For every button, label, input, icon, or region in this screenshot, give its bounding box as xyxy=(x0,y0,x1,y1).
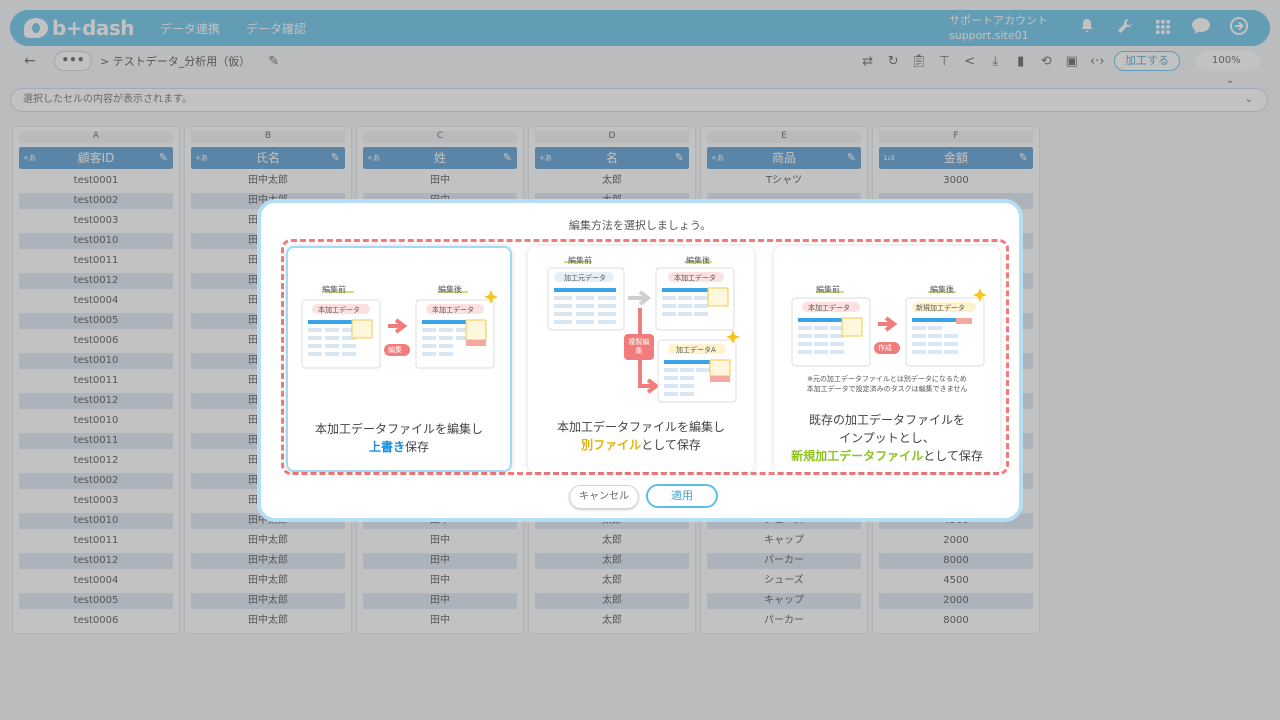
edit-method-dialog: 編集方法を選択しましょう。 編集前 編集後 本加工データ 本加工データ 編集 本… xyxy=(257,199,1023,522)
note-line2: 本加工データで設定済みのタスクは編集できません xyxy=(806,385,968,393)
option-text: 既存の加工データファイルを インプットとし、 新規加工データファイルとして保存 xyxy=(774,411,1000,465)
after-label: 編集後 xyxy=(930,285,954,294)
option-note: ※元の加工データファイルとは別データになるため 本加工データで設定済みのタスクは… xyxy=(774,374,1000,394)
highlight-overwrite: 上書き xyxy=(368,440,405,454)
file-after-label: 本加工データ xyxy=(432,306,474,314)
highlight-new-file: 新規加工データファイル xyxy=(791,449,924,463)
option-line1: 本加工データファイルを編集し xyxy=(556,420,725,434)
option-line2-rest: 保存 xyxy=(405,440,430,454)
file-copy-label: 加工データA xyxy=(676,346,716,354)
cancel-button[interactable]: キャンセル xyxy=(569,485,639,509)
before-label: 編集前 xyxy=(816,285,840,294)
action-label: 編集 xyxy=(388,346,402,354)
option-new-file-card[interactable]: 編集前 編集後 本加工データ 新規加工データ 作成 ※元の加工データファイルとは… xyxy=(774,246,1000,472)
option-line2: 別ファイルとして保存 xyxy=(528,436,754,454)
after-label: 編集後 xyxy=(438,285,462,294)
option-line3-rest: として保存 xyxy=(923,449,983,463)
separate-file-illustration xyxy=(547,261,740,403)
action-label: 作成 xyxy=(878,344,892,352)
file-before-label: 本加工データ xyxy=(808,304,850,312)
highlight-separate-file: 別ファイル xyxy=(581,438,642,452)
option-line1: 既存の加工データファイルを xyxy=(808,413,965,427)
option-line1: 本加工データファイルを編集し xyxy=(314,422,483,436)
option-line2: 上書き保存 xyxy=(288,438,510,456)
file-source-label: 加工元データ xyxy=(564,274,606,282)
after-label: 編集後 xyxy=(686,256,710,265)
option-text: 本加工データファイルを編集し 別ファイルとして保存 xyxy=(528,418,754,454)
before-label: 編集前 xyxy=(568,256,592,265)
option-line3: 新規加工データファイルとして保存 xyxy=(774,447,1000,465)
options-dashed-frame: 編集前 編集後 本加工データ 本加工データ 編集 本加工データファイルを編集し … xyxy=(281,239,1009,475)
apply-button[interactable]: 適用 xyxy=(646,484,718,508)
file-after-label: 新規加工データ xyxy=(916,304,965,312)
option-line2: インプットとし、 xyxy=(839,431,935,445)
before-label: 編集前 xyxy=(322,285,346,294)
action-label: 複製編集 xyxy=(628,338,650,355)
note-line1: ※元の加工データファイルとは別データになるため xyxy=(807,375,967,383)
option-overwrite-card[interactable]: 編集前 編集後 本加工データ 本加工データ 編集 本加工データファイルを編集し … xyxy=(286,246,512,472)
option-text: 本加工データファイルを編集し 上書き保存 xyxy=(288,420,510,456)
file-before-label: 本加工データ xyxy=(318,306,360,314)
option-separate-file-card[interactable]: 編集前 編集後 加工元データ 本加工データ 加工データA 複製編集 本加工データ… xyxy=(528,246,754,472)
overwrite-illustration xyxy=(301,290,498,369)
file-after-label: 本加工データ xyxy=(674,274,716,282)
option-line2-rest: として保存 xyxy=(641,438,701,452)
dialog-title: 編集方法を選択しましょう。 xyxy=(568,219,712,232)
